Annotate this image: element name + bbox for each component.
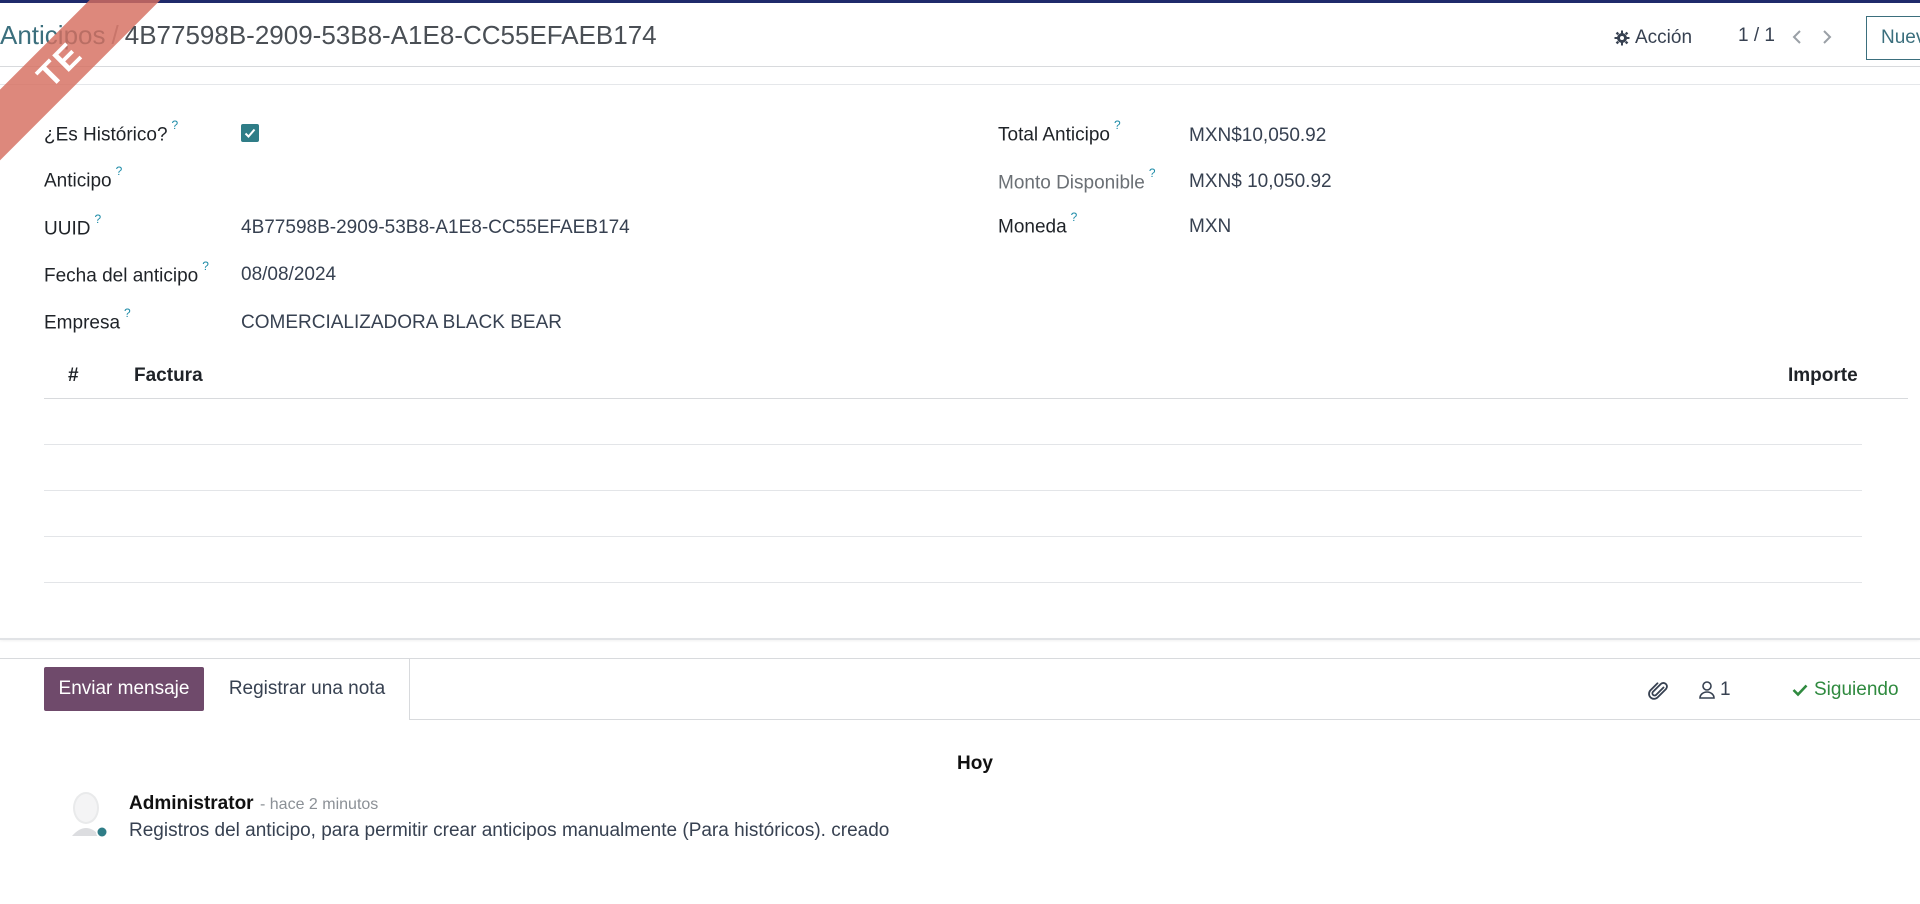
column-header-importe[interactable]: Importe [1788, 365, 1858, 387]
paperclip-icon[interactable] [1646, 678, 1670, 702]
checkmark-icon [244, 128, 256, 138]
field-label-anticipo: Anticipo? [44, 164, 122, 192]
uuid-label-text: UUID [44, 218, 91, 240]
breadcrumb-parent-link[interactable]: Anticipos [0, 20, 106, 50]
followers-count: 1 [1720, 679, 1731, 700]
help-icon[interactable]: ? [1114, 118, 1121, 132]
anticipo-label-text: Anticipo [44, 170, 112, 192]
chevron-right-icon [1823, 30, 1832, 44]
action-menu-label: Acción [1635, 27, 1693, 48]
field-label-moneda: Moneda? [998, 210, 1077, 238]
form-view: Anticipos/4B77598B-2909-53B8-A1E8-CC55EF… [0, 0, 1920, 904]
following-label: Siguiendo [1814, 679, 1899, 700]
help-icon[interactable]: ? [94, 212, 101, 226]
gear-icon [1614, 30, 1630, 46]
column-header-number[interactable]: # [68, 365, 79, 387]
sheet-top-border [0, 84, 1920, 85]
help-icon[interactable]: ? [124, 306, 131, 320]
uuid-field[interactable]: 4B77598B-2909-53B8-A1E8-CC55EFAEB174 [241, 217, 630, 239]
breadcrumb-separator: / [111, 20, 119, 50]
followers-button[interactable]: 1 [1698, 678, 1731, 702]
help-icon[interactable]: ? [202, 259, 209, 273]
chatter-bottom-border [410, 719, 1920, 720]
help-icon[interactable]: ? [172, 118, 179, 132]
date-separator: Hoy [957, 753, 993, 774]
total-anticipo-label-text: Total Anticipo [998, 124, 1110, 146]
new-record-button[interactable]: Nuevo [1866, 16, 1920, 60]
monto-disponible-label-text: Monto Disponible [998, 172, 1145, 194]
pager-next-button[interactable] [1817, 25, 1837, 49]
total-anticipo-field[interactable]: MXN$10,050.92 [1189, 125, 1326, 147]
field-label-uuid: UUID? [44, 212, 101, 240]
help-icon[interactable]: ? [116, 164, 123, 178]
pager-value[interactable]: 1 / 1 [1738, 25, 1775, 47]
breadcrumb: Anticipos/4B77598B-2909-53B8-A1E8-CC55EF… [0, 20, 657, 51]
field-label-monto-disponible: Monto Disponible? [998, 166, 1156, 194]
help-icon[interactable]: ? [1149, 166, 1156, 180]
es-historico-checkbox[interactable] [241, 124, 259, 142]
user-avatar-icon [72, 792, 108, 838]
user-icon [1699, 681, 1715, 699]
table-row[interactable] [44, 445, 1862, 491]
es-historico-label-text: ¿Es Histórico? [44, 124, 168, 146]
moneda-field[interactable]: MXN [1189, 216, 1231, 238]
table-row[interactable] [44, 491, 1862, 537]
breadcrumb-current: 4B77598B-2909-53B8-A1E8-CC55EFAEB174 [124, 20, 657, 50]
field-label-es-historico: ¿Es Histórico?? [44, 118, 178, 146]
table-header: # Factura Importe [44, 355, 1908, 399]
pager-previous-button[interactable] [1787, 25, 1807, 49]
moneda-label-text: Moneda [998, 216, 1067, 238]
table-row[interactable] [44, 399, 1862, 445]
following-button[interactable]: Siguiendo [1792, 678, 1899, 702]
check-icon [1792, 684, 1808, 697]
action-menu-button[interactable]: Acción [1614, 23, 1692, 53]
sheet-bottom-border [0, 638, 1920, 640]
empresa-field[interactable]: COMERCIALIZADORA BLACK BEAR [241, 312, 562, 334]
message-body: Registros del anticipo, para permitir cr… [129, 820, 890, 841]
chevron-left-icon [1792, 30, 1801, 44]
chatter-tab-separator [409, 658, 410, 720]
chatter-top-border [0, 658, 1920, 659]
log-note-button[interactable]: Registrar una nota [214, 667, 400, 711]
control-panel: Anticipos/4B77598B-2909-53B8-A1E8-CC55EF… [0, 3, 1920, 67]
message-date: - hace 2 minutos [260, 796, 379, 813]
message-author[interactable]: Administrator [129, 793, 254, 815]
avatar[interactable] [64, 790, 110, 840]
column-header-factura[interactable]: Factura [134, 365, 203, 387]
fecha-label-text: Fecha del anticipo [44, 265, 199, 287]
send-message-button[interactable]: Enviar mensaje [44, 667, 204, 711]
field-label-fecha: Fecha del anticipo? [44, 259, 209, 287]
monto-disponible-field: MXN$ 10,050.92 [1189, 171, 1332, 192]
field-label-total-anticipo: Total Anticipo? [998, 118, 1121, 146]
table-row[interactable] [44, 537, 1862, 583]
empresa-label-text: Empresa [44, 312, 121, 334]
fecha-anticipo-field[interactable]: 08/08/2024 [241, 264, 336, 286]
field-label-empresa: Empresa? [44, 306, 131, 334]
help-icon[interactable]: ? [1071, 210, 1078, 224]
